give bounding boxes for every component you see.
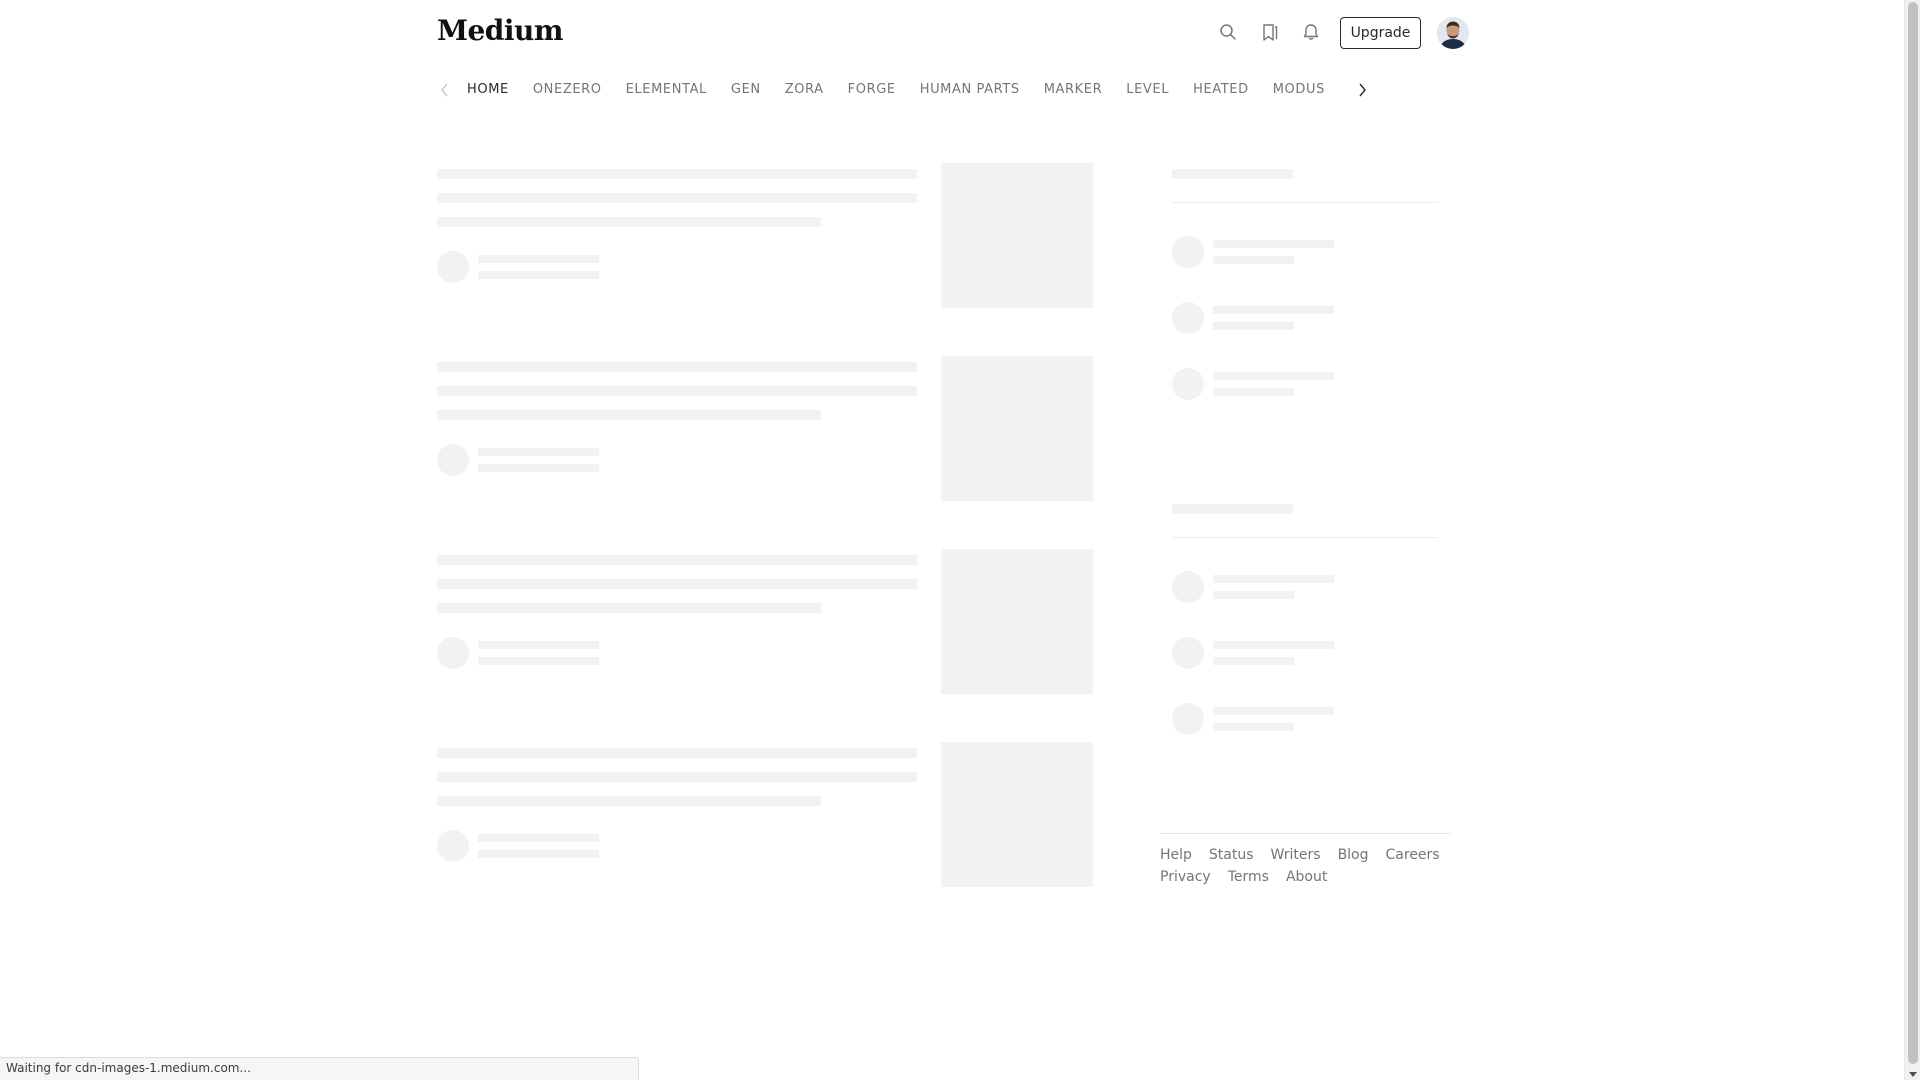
- topic-level[interactable]: LEVEL: [1126, 78, 1169, 102]
- thumbnail-skeleton: [941, 163, 1093, 308]
- notifications-icon[interactable]: [1299, 20, 1323, 44]
- topic-elemental[interactable]: ELEMENTAL: [626, 78, 707, 102]
- bookmarks-icon[interactable]: [1258, 20, 1282, 44]
- title-skeleton-line: [437, 603, 821, 613]
- sidebar-line-skeleton: [1213, 591, 1294, 599]
- scroll-down-arrow-icon[interactable]: [1909, 1072, 1917, 1077]
- title-skeleton-line: [437, 217, 821, 227]
- sidebar-line-skeleton: [1213, 388, 1294, 396]
- topic-human-parts[interactable]: HUMAN PARTS: [920, 78, 1020, 102]
- title-skeleton-line: [437, 579, 917, 589]
- topic-nav: HOME ONEZERO ELEMENTAL GEN ZORA FORGE HUMAN PA…: [437, 78, 1372, 102]
- topic-list: HOME ONEZERO ELEMENTAL GEN ZORA FORGE HUMAN PA…: [467, 78, 1339, 102]
- meta-skeleton-line: [478, 657, 599, 665]
- sidebar-line-skeleton: [1213, 322, 1294, 330]
- sidebar-avatar-skeleton: [1172, 571, 1204, 603]
- sidebar-line-skeleton: [1213, 723, 1294, 731]
- author-skeleton-line: [478, 834, 599, 842]
- upgrade-button[interactable]: Upgrade: [1340, 17, 1421, 49]
- sidebar-line-skeleton: [1213, 575, 1334, 583]
- footer-link-writers[interactable]: Writers: [1271, 844, 1321, 866]
- title-skeleton-line: [437, 386, 917, 396]
- avatar[interactable]: [1437, 17, 1469, 49]
- meta-skeleton-line: [478, 271, 599, 279]
- sidebar-footer: Help Status Writers Blog Careers Privacy…: [1160, 833, 1450, 888]
- sidebar-line-skeleton: [1213, 256, 1294, 264]
- footer-link-careers[interactable]: Careers: [1386, 844, 1440, 866]
- author-avatar-skeleton: [437, 637, 469, 669]
- browser-status-bubble: Waiting for cdn-images-1.medium.com...: [0, 1057, 639, 1080]
- meta-skeleton-line: [478, 464, 599, 472]
- topic-forge[interactable]: FORGE: [848, 78, 896, 102]
- author-avatar-skeleton: [437, 444, 469, 476]
- footer-link-privacy[interactable]: Privacy: [1160, 866, 1211, 888]
- sidebar-avatar-skeleton: [1172, 368, 1204, 400]
- topic-marker[interactable]: MARKER: [1044, 78, 1103, 102]
- author-avatar-skeleton: [437, 830, 469, 862]
- title-skeleton-line: [437, 748, 917, 758]
- page-viewport: Medium Upgrade HOME ONEZERO ELEMENTAL GEN ZO…: [0, 0, 1904, 1080]
- sidebar-line-skeleton: [1213, 657, 1294, 665]
- topic-heated[interactable]: HEATED: [1193, 78, 1249, 102]
- title-skeleton-line: [437, 362, 917, 372]
- chevron-right-icon[interactable]: [1352, 80, 1372, 100]
- thumbnail-skeleton: [941, 356, 1093, 501]
- sidebar-avatar-skeleton: [1172, 637, 1204, 669]
- sidebar-heading-skeleton: [1172, 169, 1293, 179]
- sidebar-line-skeleton: [1213, 372, 1334, 380]
- sidebar-divider: [1172, 537, 1438, 538]
- sidebar-line-skeleton: [1213, 707, 1334, 715]
- topic-onezero[interactable]: ONEZERO: [533, 78, 602, 102]
- author-skeleton-line: [478, 448, 599, 456]
- thumbnail-skeleton: [941, 742, 1093, 887]
- chevron-left-icon[interactable]: [435, 80, 455, 100]
- footer-link-about[interactable]: About: [1286, 866, 1327, 888]
- title-skeleton-line: [437, 169, 917, 179]
- page-scrollbar[interactable]: [1904, 0, 1920, 1080]
- thumbnail-skeleton: [941, 549, 1093, 694]
- footer-link-status[interactable]: Status: [1209, 844, 1254, 866]
- title-skeleton-line: [437, 555, 917, 565]
- sidebar-line-skeleton: [1213, 641, 1334, 649]
- author-skeleton-line: [478, 255, 599, 263]
- topic-zora[interactable]: ZORA: [785, 78, 824, 102]
- topic-home[interactable]: HOME: [467, 78, 509, 102]
- footer-link-help[interactable]: Help: [1160, 844, 1192, 866]
- search-icon[interactable]: [1216, 20, 1240, 44]
- title-skeleton-line: [437, 193, 917, 203]
- sidebar-line-skeleton: [1213, 240, 1334, 248]
- title-skeleton-line: [437, 410, 821, 420]
- footer-link-terms[interactable]: Terms: [1228, 866, 1269, 888]
- title-skeleton-line: [437, 772, 917, 782]
- topic-modus[interactable]: MODUS: [1273, 78, 1325, 102]
- footer-link-blog[interactable]: Blog: [1338, 844, 1369, 866]
- sidebar-line-skeleton: [1213, 306, 1334, 314]
- topic-gen[interactable]: GEN: [731, 78, 761, 102]
- author-avatar-skeleton: [437, 251, 469, 283]
- title-skeleton-line: [437, 796, 821, 806]
- meta-skeleton-line: [478, 850, 599, 858]
- author-skeleton-line: [478, 641, 599, 649]
- sidebar-avatar-skeleton: [1172, 236, 1204, 268]
- sidebar-avatar-skeleton: [1172, 703, 1204, 735]
- medium-logo[interactable]: Medium: [437, 14, 564, 47]
- scrollbar-thumb[interactable]: [1908, 2, 1918, 1064]
- sidebar-divider: [1172, 202, 1438, 203]
- footer-row: Help Status Writers Blog Careers: [1160, 844, 1450, 866]
- sidebar-avatar-skeleton: [1172, 302, 1204, 334]
- sidebar-heading-skeleton: [1172, 504, 1293, 514]
- footer-row: Privacy Terms About: [1160, 866, 1450, 888]
